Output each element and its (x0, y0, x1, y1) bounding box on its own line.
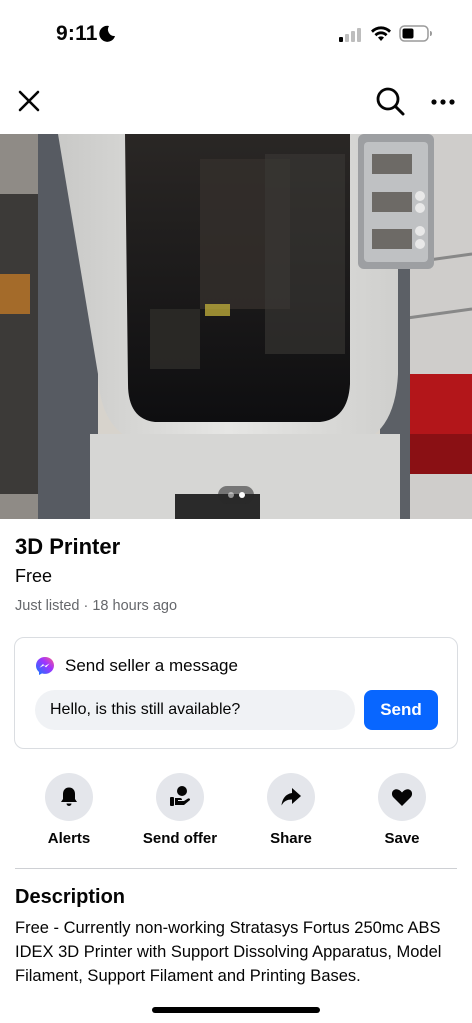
offer-icon (170, 786, 190, 806)
messenger-icon (36, 657, 54, 675)
page-dot (227, 492, 234, 498)
share-icon (281, 788, 301, 806)
send-button[interactable]: Send (364, 690, 438, 730)
cellular-signal-icon (339, 28, 361, 42)
save-button[interactable]: Save (346, 773, 458, 847)
status-time: 9:11 (56, 22, 98, 45)
message-header: Send seller a message (35, 656, 238, 676)
share-circle[interactable] (267, 773, 315, 821)
description-heading: Description (15, 886, 126, 908)
action-row: Alerts Send offer Share Save (0, 773, 472, 853)
wifi-icon (371, 26, 391, 41)
message-input[interactable] (35, 690, 355, 730)
alerts-label: Alerts (47, 830, 91, 847)
top-nav-bar (0, 66, 472, 134)
product-photo[interactable] (0, 134, 472, 519)
send-offer-label: Send offer (142, 830, 218, 847)
heart-icon (391, 789, 413, 806)
message-seller-card: Send seller a message Send (14, 637, 458, 749)
alerts-circle[interactable] (45, 773, 93, 821)
share-button[interactable]: Share (235, 773, 347, 847)
send-offer-circle[interactable] (156, 773, 204, 821)
page-dot-active (238, 492, 245, 498)
listing-price: Free (15, 566, 53, 586)
save-circle[interactable] (378, 773, 426, 821)
send-offer-button[interactable]: Send offer (124, 773, 236, 847)
share-label: Share (270, 830, 312, 847)
save-label: Save (384, 830, 420, 847)
listing-title: 3D Printer (15, 534, 121, 559)
description-body: Free - Currently non-working Stratasys F… (15, 919, 442, 985)
search-icon[interactable] (374, 85, 406, 117)
home-indicator[interactable] (152, 1007, 320, 1013)
close-icon[interactable] (14, 86, 44, 116)
printer-illustration (0, 134, 472, 519)
photo-page-indicator[interactable] (218, 486, 254, 504)
moon-icon (99, 25, 115, 42)
alerts-button[interactable]: Alerts (13, 773, 125, 847)
divider (15, 868, 457, 869)
listing-meta: Just listed · 18 hours ago (15, 598, 178, 614)
message-title: Send seller a message (65, 656, 238, 675)
bell-icon (61, 787, 77, 806)
status-bar: 9:11 (0, 0, 472, 66)
more-icon[interactable] (428, 87, 458, 117)
battery-icon (399, 25, 432, 42)
